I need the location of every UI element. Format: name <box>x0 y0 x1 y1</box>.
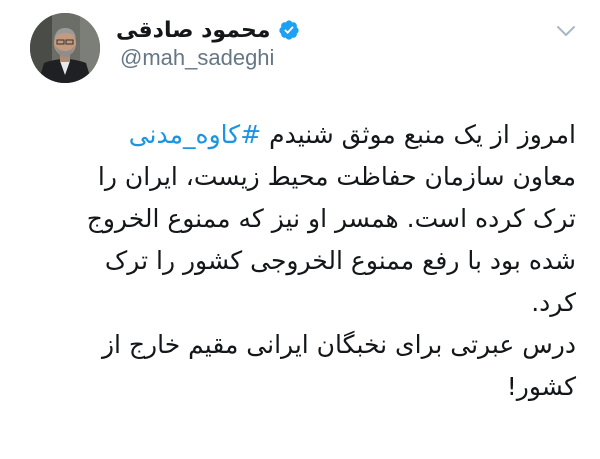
tweet-line-1-text: امروز از یک منبع موثق شنیدم <box>261 120 576 149</box>
tweet-line-2: معاون سازمان حفاظت محیط زیست، ایران را <box>97 162 576 191</box>
tweet-line-1: امروز از یک منبع موثق شنیدم #کاوه_مدنی <box>28 114 576 156</box>
verified-badge-icon <box>279 20 300 40</box>
avatar[interactable] <box>30 13 100 83</box>
tweet-card: محمود صادقی @mah_sadeghi امروز از یک منب… <box>0 0 600 459</box>
tweet-text: امروز از یک منبع موثق شنیدم #کاوه_مدنی م… <box>28 114 576 408</box>
display-name[interactable]: محمود صادقی <box>116 18 270 43</box>
tweet-line-3: ترک کرده است. همسر او نیز که ممنوع الخرو… <box>86 204 576 233</box>
tweet-line-7: کشور! <box>506 372 576 401</box>
author-name-row: محمود صادقی <box>116 13 300 47</box>
hashtag-link[interactable]: #کاوه_مدنی <box>129 120 261 149</box>
tweet-line-5: کرد. <box>531 288 576 317</box>
chevron-down-icon[interactable] <box>556 24 576 38</box>
tweet-line-4: شده بود با رفع ممنوع الخروجی کشور را ترک <box>104 246 576 275</box>
profile-photo-icon <box>30 13 100 83</box>
user-handle[interactable]: @mah_sadeghi <box>120 45 274 71</box>
tweet-line-6: درس عبرتی برای نخبگان ایرانی مقیم خارج ا… <box>101 330 576 359</box>
